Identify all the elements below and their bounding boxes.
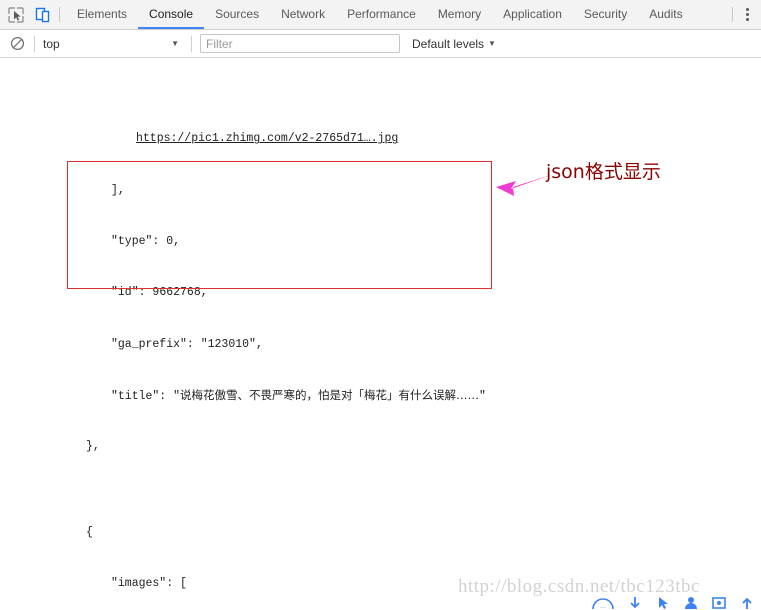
json-value-title: 说梅花傲雪、不畏严寒的，怕是对「梅花」有什么误解…… [180,387,480,402]
person-icon[interactable] [684,596,698,610]
image-url-link[interactable]: https://pic1.zhimg.com/v2-2765d71….jpg [136,132,398,145]
tab-elements[interactable]: Elements [66,0,138,29]
json-line-images: "images": [ [111,576,187,590]
tab-label: Console [149,6,194,21]
tab-performance[interactable]: Performance [336,0,427,29]
json-line-id: "id": 9662768, [111,286,208,300]
tab-memory[interactable]: Memory [427,0,492,29]
devtools-tool-icons [0,0,53,29]
filter-input[interactable] [200,34,400,53]
tab-application[interactable]: Application [492,0,573,29]
json-value-gaprefix: 123010 [207,337,250,351]
toolbar-divider [59,7,60,22]
tab-sources[interactable]: Sources [204,0,270,29]
devtools-tabbar: Elements Console Sources Network Perform… [0,0,761,30]
device-toolbar-icon[interactable] [33,5,53,25]
tab-label: Network [281,6,326,21]
json-brace-close: }, [86,440,100,454]
json-line-images-close: ], [111,183,125,197]
devtools-window: Elements Console Sources Network Perform… [0,0,761,610]
square-icon[interactable] [712,596,726,610]
tabbar-divider [732,7,733,22]
console-output[interactable]: https://pic1.zhimg.com/v2-2765d71….jpg ]… [0,59,761,610]
download-icon[interactable] [628,596,642,610]
execution-context-value: top [43,36,60,51]
json-line-type: "type": 0, [111,234,181,248]
json-value-type: 0 [166,234,174,248]
tabbar-right [726,0,761,29]
json-line-title: "title": "说梅花傲雪、不畏严寒的，怕是对「梅花」有什么误解……" [111,387,486,403]
log-levels-select[interactable]: Default levels ▼ [412,37,496,51]
execution-context-select[interactable]: top ▼ [43,34,183,54]
tab-label: Application [503,6,562,21]
tab-console[interactable]: Console [138,0,205,29]
tab-label: Security [583,6,628,21]
clear-console-icon[interactable] [8,35,26,53]
json-line-gaprefix: "ga_prefix": "123010", [111,337,263,351]
tab-label: Performance [347,6,416,21]
toolbar-separator-2 [191,35,192,52]
tab-network[interactable]: Network [270,0,336,29]
svg-text:···: ··· [600,605,606,610]
json-value-id: 9662768 [152,286,201,300]
kebab-menu-icon[interactable] [739,5,755,25]
tab-label: Elements [77,6,128,21]
upload-icon[interactable] [740,596,754,610]
json-line-url: https://pic1.zhimg.com/v2-2765d71….jpg [0,130,534,147]
watermark-text: http://blog.csdn.net/tbc123tbc [458,576,700,597]
tab-label: Sources [215,6,260,21]
chevron-down-icon: ▼ [488,38,496,48]
console-json-dump: https://pic1.zhimg.com/v2-2765d71….jpg ]… [0,59,534,610]
log-levels-label: Default levels [412,36,485,51]
chevron-down-icon: ▼ [171,38,179,48]
cursor-icon[interactable] [656,596,670,610]
toolbar-separator [34,35,35,52]
inspect-element-icon[interactable] [6,5,26,25]
tab-security[interactable]: Security [573,0,638,29]
devtools-tab-list: Elements Console Sources Network Perform… [66,0,726,29]
tab-label: Memory [437,6,482,21]
bottom-toolbar-icons: ··· [592,596,754,610]
compass-icon[interactable]: ··· [592,596,614,610]
console-toolbar: top ▼ Default levels ▼ [0,30,761,58]
annotation-label: json格式显示 [546,161,661,183]
tab-label: Audits [649,6,683,21]
tab-audits[interactable]: Audits [638,0,693,29]
json-brace-open: { [86,525,93,539]
